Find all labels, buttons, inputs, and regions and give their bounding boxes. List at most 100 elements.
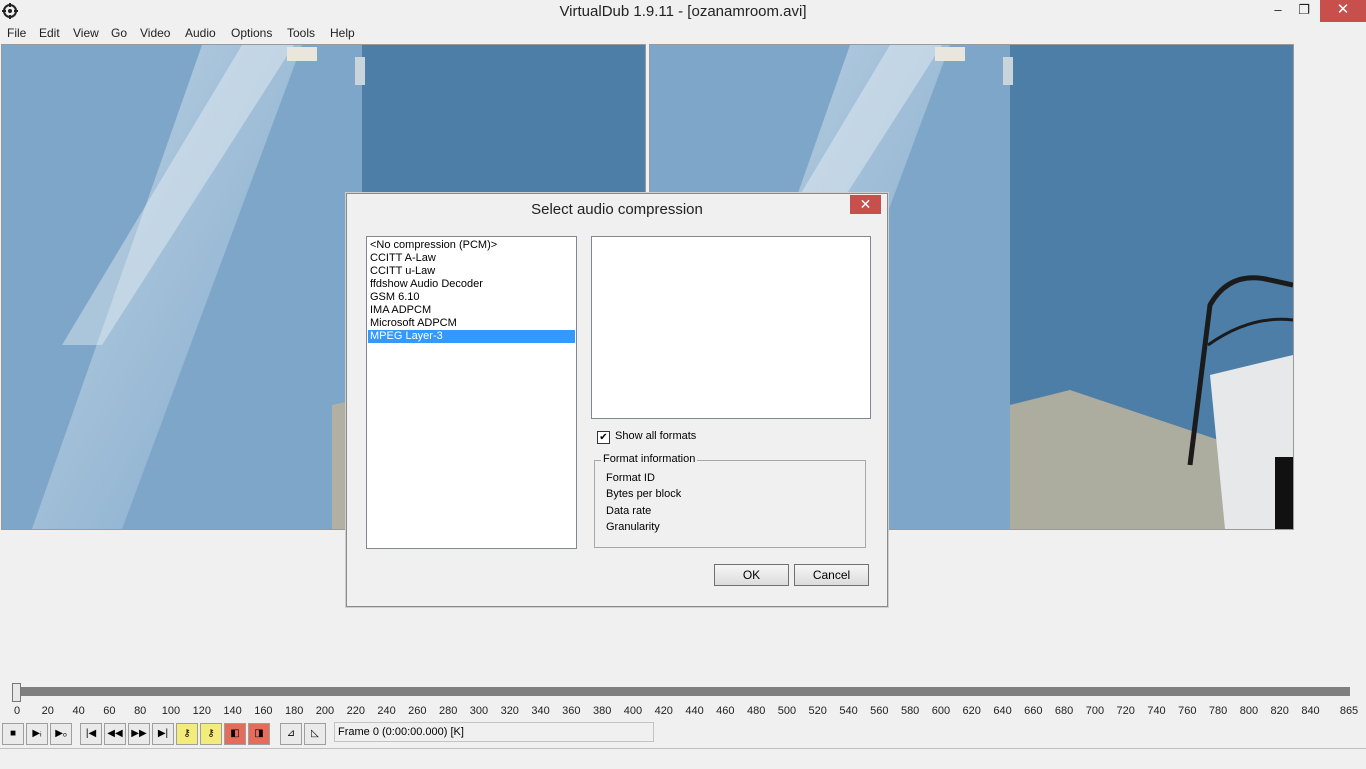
timeline-tick-label: 360	[562, 705, 581, 717]
menu-options[interactable]: Options	[231, 26, 272, 40]
ok-button[interactable]: OK	[714, 564, 789, 586]
next-keyframe-key-icon: ⚷	[207, 728, 215, 739]
timeline-tick-label: 640	[993, 705, 1012, 717]
format-information-group: Format information Format ID Bytes per b…	[594, 453, 866, 548]
prev-keyframe-key-icon: ⚷	[183, 728, 191, 739]
timeline-tick-label: 320	[500, 705, 519, 717]
timeline-tick-label: 820	[1270, 705, 1289, 717]
timeline-tick-label: 560	[870, 705, 889, 717]
codec-item-mpeg-layer3[interactable]: MPEG Layer-3	[368, 330, 575, 343]
timeline-tick-label: 140	[223, 705, 242, 717]
show-all-formats-label: Show all formats	[615, 430, 697, 442]
play-output-button[interactable]: ▶ₒ	[50, 723, 72, 745]
checkbox-check-icon[interactable]: ✔	[597, 431, 610, 444]
timeline-tick-label: 760	[1178, 705, 1197, 717]
timeline-tick-label: 700	[1085, 705, 1105, 717]
timeline-tick-label: 280	[438, 705, 458, 717]
timeline-tick-label: 340	[531, 705, 550, 717]
timeline-tick-label: 0	[13, 705, 21, 717]
scene-back-icon: ◧	[230, 728, 240, 739]
dialog-close-button[interactable]: ✕	[850, 195, 881, 214]
codec-item-ccitt-ulaw[interactable]: CCITT u-Law	[368, 265, 575, 278]
menu-video[interactable]: Video	[140, 26, 170, 40]
timeline-tick-label: 240	[377, 705, 396, 717]
timeline-tick-label: 680	[1054, 705, 1074, 717]
mark-in-icon: ⊿	[286, 728, 296, 739]
codec-item-ima-adpcm[interactable]: IMA ADPCM	[368, 304, 575, 317]
menu-audio[interactable]: Audio	[185, 26, 216, 40]
scene-forward-button[interactable]: ◨	[248, 723, 270, 745]
codec-item-ccitt-alaw[interactable]: CCITT A-Law	[368, 252, 575, 265]
menu-edit[interactable]: Edit	[39, 26, 60, 40]
mark-in-button[interactable]: ⊿	[280, 723, 302, 745]
timeline-tick-label: 40	[72, 705, 85, 717]
timeline-tick-label: 120	[192, 705, 211, 717]
play-input-button[interactable]: ▶ᵢ	[26, 723, 48, 745]
prev-frame-icon: ◀◀	[107, 728, 123, 739]
format-information-legend: Format information	[601, 453, 698, 465]
timeline-tick-label: 400	[623, 705, 643, 717]
codec-item-ffdshow[interactable]: ffdshow Audio Decoder	[368, 278, 575, 291]
codec-item-pcm[interactable]: <No compression (PCM)>	[368, 239, 575, 252]
go-end-button[interactable]: ▶|	[152, 723, 174, 745]
timeline-tick-label: 100	[161, 705, 181, 717]
timeline-tick-label: 600	[931, 705, 951, 717]
dialog-title: Select audio compression	[531, 201, 703, 218]
prev-frame-button[interactable]: ◀◀	[104, 723, 126, 745]
scene-back-button[interactable]: ◧	[224, 723, 246, 745]
frame-position-display: Frame 0 (0:00:00.000) [K]	[334, 722, 654, 742]
title-bar: VirtualDub 1.9.11 - [ozanamroom.avi] – ❐…	[0, 0, 1366, 22]
mark-out-button[interactable]: ◺	[304, 723, 326, 745]
timeline-tick-label: 220	[346, 705, 365, 717]
go-start-button[interactable]: |◀	[80, 723, 102, 745]
menu-view[interactable]: View	[73, 26, 99, 40]
timeline-tick-label: 500	[777, 705, 797, 717]
cancel-button[interactable]: Cancel	[794, 564, 869, 586]
next-keyframe-button[interactable]: ⚷	[200, 723, 222, 745]
prev-keyframe-button[interactable]: ⚷	[176, 723, 198, 745]
timeline-tick-label: 540	[839, 705, 858, 717]
timeline-tick-label: 80	[134, 705, 147, 717]
next-frame-button[interactable]: ▶▶	[128, 723, 150, 745]
menu-file[interactable]: File	[7, 26, 26, 40]
bytes-per-block-label: Bytes per block	[606, 488, 682, 500]
timeline-tick-label: 620	[962, 705, 981, 717]
format-id-label: Format ID	[606, 472, 655, 484]
data-rate-label: Data rate	[606, 505, 652, 517]
close-window-button[interactable]: ✕	[1320, 0, 1366, 22]
timeline-tick-label: 780	[1208, 705, 1228, 717]
timeline-tick-label: 720	[1116, 705, 1135, 717]
mark-out-icon: ◺	[311, 728, 319, 739]
timeline-tick-label: 460	[716, 705, 735, 717]
restore-button[interactable]: ❐	[1289, 0, 1319, 22]
timeline-tick-label: 160	[254, 705, 273, 717]
window-title: VirtualDub 1.9.11 - [ozanamroom.avi]	[559, 3, 807, 20]
timeline-tick-label: 660	[1024, 705, 1043, 717]
menu-go[interactable]: Go	[111, 26, 127, 40]
play-input-icon: ▶ᵢ	[32, 728, 42, 739]
timeline-tick-label: 420	[654, 705, 673, 717]
timeline-tick-label: 440	[685, 705, 704, 717]
timeline-track[interactable]	[17, 687, 1350, 696]
format-list[interactable]	[591, 236, 871, 419]
timeline-tick-label: 740	[1147, 705, 1166, 717]
timeline-tick-label: 580	[900, 705, 920, 717]
timeline-tick-label: 180	[284, 705, 304, 717]
timeline-tick-label: 200	[315, 705, 335, 717]
scene-forward-icon: ◨	[254, 728, 264, 739]
timeline-tick-label: 865	[1339, 705, 1359, 717]
select-audio-compression-dialog: Select audio compression ✕ <No compressi…	[346, 193, 888, 607]
timeline-tick-label: 840	[1301, 705, 1320, 717]
stop-button[interactable]: ■	[2, 723, 24, 745]
timeline-tick-label: 380	[592, 705, 612, 717]
codec-item-gsm[interactable]: GSM 6.10	[368, 291, 575, 304]
stop-icon: ■	[9, 728, 17, 739]
timeline-tick-label: 60	[103, 705, 116, 717]
go-end-icon: ▶|	[157, 728, 169, 739]
codec-item-ms-adpcm[interactable]: Microsoft ADPCM	[368, 317, 575, 330]
codec-list[interactable]: <No compression (PCM)> CCITT A-Law CCITT…	[366, 236, 577, 549]
timeline-thumb[interactable]	[12, 683, 21, 702]
menu-help[interactable]: Help	[330, 26, 355, 40]
menu-tools[interactable]: Tools	[287, 26, 315, 40]
next-frame-icon: ▶▶	[131, 728, 147, 739]
